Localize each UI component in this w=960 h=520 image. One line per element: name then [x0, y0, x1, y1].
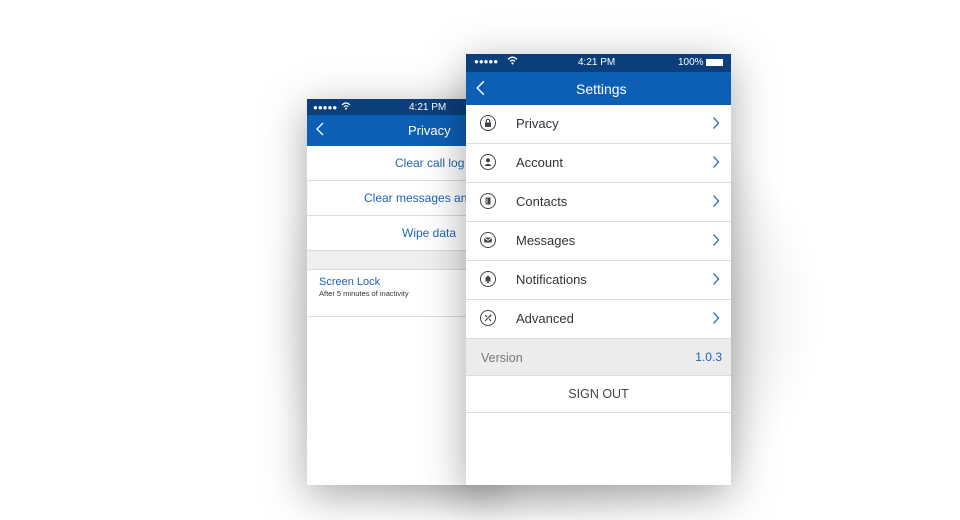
status-bar: ●●●●● 4:21 PM 100% [466, 54, 731, 72]
menu-item-label: Messages [516, 233, 576, 248]
back-chevron-icon[interactable] [315, 121, 325, 142]
sign-out-button[interactable]: SIGN OUT [466, 376, 731, 413]
row-label: Clear messages and [364, 191, 475, 205]
status-time: 4:21 PM [578, 57, 616, 68]
version-label: Version [481, 351, 523, 365]
settings-phone-screen: ●●●●● 4:21 PM 100% Settings Privacy Acco… [466, 54, 731, 485]
row-label: Wipe data [402, 226, 457, 240]
page-title: Privacy [408, 123, 451, 138]
person-icon [480, 154, 496, 170]
battery-percent: 100% [678, 57, 704, 68]
wifi-icon [341, 102, 351, 112]
sign-out-label: SIGN OUT [568, 387, 629, 401]
envelope-icon [480, 232, 496, 248]
menu-item-label: Account [516, 155, 563, 170]
chevron-right-icon [712, 194, 720, 213]
menu-item-account[interactable]: Account [466, 144, 731, 183]
contacts-book-icon [480, 193, 496, 209]
screen-lock-title: Screen Lock [319, 276, 381, 288]
menu-item-messages[interactable]: Messages [466, 222, 731, 261]
chevron-right-icon [712, 116, 720, 135]
signal-icon: ●●●●● [474, 57, 499, 66]
menu-item-privacy[interactable]: Privacy [466, 105, 731, 144]
menu-item-advanced[interactable]: Advanced [466, 300, 731, 339]
signal-icon: ●●●●● [313, 102, 338, 112]
page-title: Settings [576, 81, 627, 97]
menu-item-label: Notifications [516, 272, 587, 287]
bell-icon [480, 271, 496, 287]
menu-item-contacts[interactable]: Contacts [466, 183, 731, 222]
menu-item-label: Privacy [516, 116, 559, 131]
battery-icon [706, 59, 723, 66]
version-value: 1.0.3 [695, 350, 722, 364]
row-label: Clear call log [395, 156, 465, 170]
chevron-right-icon [712, 155, 720, 174]
chevron-right-icon [712, 233, 720, 252]
back-chevron-icon[interactable] [475, 79, 486, 102]
chevron-right-icon [712, 311, 720, 330]
status-time: 4:21 PM [409, 101, 447, 113]
menu-item-label: Contacts [516, 194, 568, 209]
wifi-icon [507, 56, 518, 68]
menu-item-notifications[interactable]: Notifications [466, 261, 731, 300]
chevron-right-icon [712, 272, 720, 291]
screen-lock-subtitle: After 5 minutes of inactivity [319, 289, 409, 298]
lock-icon [480, 115, 496, 131]
menu-item-label: Advanced [516, 311, 574, 326]
tools-icon [480, 310, 496, 326]
nav-bar: Settings [466, 72, 731, 105]
version-row: Version 1.0.3 [466, 339, 731, 376]
